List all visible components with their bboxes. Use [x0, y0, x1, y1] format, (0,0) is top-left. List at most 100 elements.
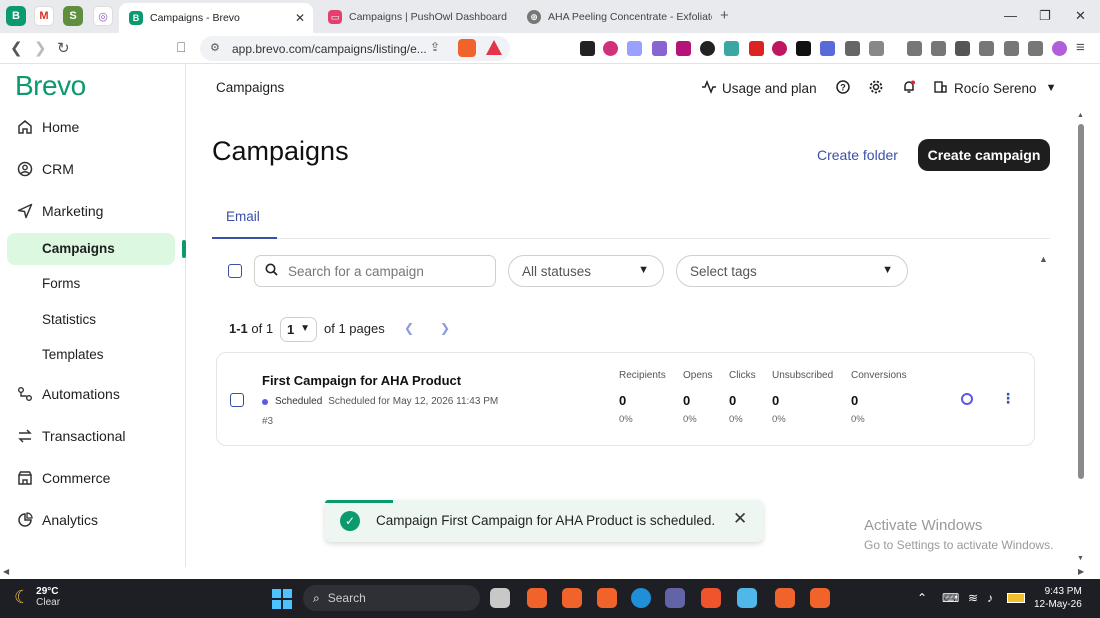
vpn-icon[interactable] [1028, 41, 1043, 56]
address-bar[interactable]: ⚙ app.brevo.com/campaigns/listing/e... ⇪ [200, 36, 510, 61]
volume-icon[interactable]: ♪ [987, 591, 993, 605]
menu-icon[interactable]: ≡ [1076, 39, 1085, 56]
campaign-checkbox[interactable] [230, 393, 244, 407]
system-clock[interactable]: 9:43 PM 12-May-26 [1034, 585, 1082, 611]
create-folder-button[interactable]: Create folder [817, 147, 898, 163]
prev-page-icon[interactable]: ❮ [404, 321, 414, 335]
tab-pushowl[interactable]: ▭ Campaigns | PushOwl Dashboard [318, 4, 513, 30]
tab-email[interactable]: Email [226, 209, 260, 224]
extension-b-icon[interactable] [724, 41, 739, 56]
extension-infinity-icon[interactable] [796, 41, 811, 56]
tags-filter-select[interactable]: Select tags ▼ [676, 255, 908, 287]
search-input[interactable]: Search for a campaign [254, 255, 496, 287]
ai-icon[interactable] [1004, 41, 1019, 56]
minimize-icon[interactable]: — [1004, 8, 1017, 23]
forward-icon[interactable]: ❯ [34, 39, 47, 57]
sidebar-toggle-icon[interactable] [955, 41, 970, 56]
extension-screen-icon[interactable] [869, 41, 884, 56]
shopify-pinned-icon[interactable]: S [63, 6, 83, 26]
keyboard-icon[interactable]: ⌨ [942, 591, 959, 605]
site-settings-icon[interactable]: ⚙ [210, 41, 220, 54]
extensions-puzzle-icon[interactable] [845, 41, 860, 56]
windows-start-icon[interactable] [272, 589, 292, 609]
brave-app-icon[interactable] [562, 588, 582, 608]
settings-gear-icon[interactable] [869, 80, 883, 94]
new-tab-button[interactable]: + [720, 7, 729, 24]
brave-shield-icon[interactable] [458, 39, 476, 57]
notepad-app-icon[interactable] [737, 588, 757, 608]
scroll-left-icon[interactable]: ◀ [3, 567, 9, 576]
vertical-scrollbar[interactable]: ▲ ▼ [1077, 112, 1085, 568]
scroll-right-icon[interactable]: ▶ [1078, 567, 1084, 576]
campaign-card[interactable]: First Campaign for AHA Product Scheduled… [216, 352, 1035, 446]
tab-aha-peeling[interactable]: ⊕ AHA Peeling Concentrate - Exfoliate / [517, 4, 712, 30]
extension-send-icon[interactable] [749, 41, 764, 56]
brave-rewards-icon[interactable] [486, 40, 502, 55]
notification-bell-icon[interactable] [902, 80, 916, 94]
select-all-checkbox[interactable] [228, 264, 242, 278]
restore-icon[interactable]: ❐ [1039, 8, 1051, 24]
downloads-icon[interactable] [907, 41, 922, 56]
sidebar-item-marketing[interactable]: Marketing [16, 202, 103, 220]
scrollbar-thumb[interactable] [1078, 124, 1084, 479]
extension-colorzilla-icon[interactable] [603, 41, 618, 56]
gmail-pinned-icon[interactable]: M [34, 6, 54, 26]
scroll-up-icon[interactable]: ▲ [1077, 112, 1084, 119]
extension-link-icon[interactable] [652, 41, 667, 56]
tray-chevron-icon[interactable]: ⌃ [917, 591, 927, 605]
share-icon[interactable]: ⇪ [430, 40, 440, 54]
campaign-name[interactable]: First Campaign for AHA Product [262, 373, 461, 388]
sidebar-item-crm[interactable]: CRM [16, 160, 74, 178]
more-options-icon[interactable]: ⋮ [1001, 390, 1015, 407]
sidebar-subitem-campaigns[interactable]: Campaigns [42, 241, 115, 256]
weather-widget[interactable]: ☾ 29°C Clear [14, 586, 60, 608]
back-icon[interactable]: ❮ [10, 39, 23, 57]
bookmark-icon[interactable]: ⎕ [177, 39, 185, 56]
extension-doc-icon[interactable] [820, 41, 835, 56]
brevo-pinned-icon[interactable]: B [6, 6, 26, 26]
sidebar-subitem-statistics[interactable]: Statistics [42, 312, 96, 327]
profile-icon[interactable] [1052, 41, 1067, 56]
extension-pinned-icon[interactable]: ◎ [93, 6, 113, 26]
brave-app-icon[interactable] [597, 588, 617, 608]
battery-icon[interactable] [1007, 593, 1025, 603]
status-filter-select[interactable]: All statuses ▼ [508, 255, 664, 287]
page-select[interactable]: 1 ▼ [280, 317, 317, 342]
sidebar-item-automations[interactable]: Automations [16, 385, 120, 403]
next-page-icon[interactable]: ❯ [440, 321, 450, 335]
toast-close-icon[interactable]: ✕ [733, 509, 747, 529]
wifi-icon[interactable]: ≋ [968, 591, 978, 605]
sidebar-item-commerce[interactable]: Commerce [16, 469, 110, 487]
scroll-down-icon[interactable]: ▼ [1077, 555, 1084, 562]
usage-and-plan-link[interactable]: Usage and plan [702, 79, 817, 97]
help-icon[interactable]: ? [836, 80, 850, 94]
close-icon[interactable]: ✕ [295, 11, 305, 25]
create-campaign-button[interactable]: Create campaign [918, 139, 1050, 171]
inner-scroll-up-icon[interactable]: ▲ [1039, 254, 1048, 264]
task-view-icon[interactable] [490, 588, 510, 608]
extension-diamond-icon[interactable] [700, 41, 715, 56]
reload-icon[interactable]: ↻ [57, 39, 70, 57]
extension-download-icon[interactable] [676, 41, 691, 56]
wallet-icon[interactable] [979, 41, 994, 56]
pause-schedule-icon[interactable] [961, 393, 973, 405]
taskbar-search[interactable]: ⌕ Search [303, 585, 480, 611]
sidebar-item-analytics[interactable]: Analytics [16, 511, 98, 529]
brave-app-icon[interactable] [775, 588, 795, 608]
sidebar-subitem-forms[interactable]: Forms [42, 276, 80, 291]
teams-app-icon[interactable] [665, 588, 685, 608]
window-close-icon[interactable]: ✕ [1075, 8, 1086, 24]
brave-app-icon[interactable] [527, 588, 547, 608]
sidebar-item-transactional[interactable]: Transactional [16, 427, 126, 445]
extension-m-icon[interactable] [627, 41, 642, 56]
edge-app-icon[interactable] [631, 588, 651, 608]
sidebar-item-home[interactable]: Home [16, 118, 79, 136]
sidebar-subitem-templates[interactable]: Templates [42, 347, 104, 362]
leo-icon[interactable] [931, 41, 946, 56]
extension-u-icon[interactable] [772, 41, 787, 56]
tab-campaigns-brevo[interactable]: B Campaigns - Brevo ✕ [119, 3, 313, 33]
brave-app-icon[interactable] [701, 588, 721, 608]
brave-app-icon[interactable] [810, 588, 830, 608]
account-menu[interactable]: Rocío Sereno ▼ [934, 80, 1056, 96]
extension-eyedropper-icon[interactable] [580, 41, 595, 56]
